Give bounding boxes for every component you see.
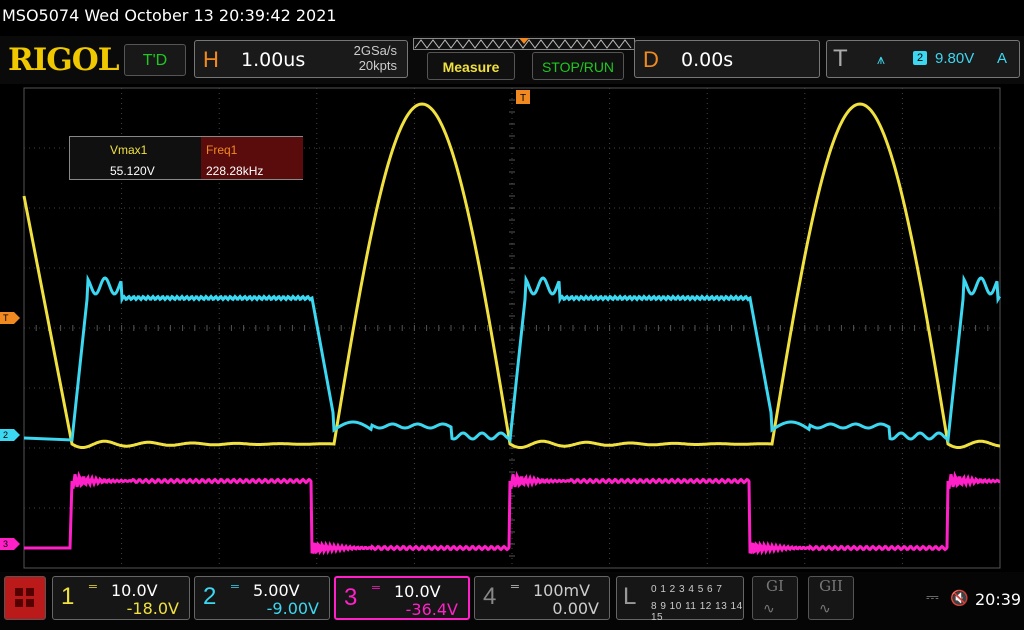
speaker-muted-icon[interactable]: 🔇 bbox=[950, 589, 969, 607]
menu-button[interactable] bbox=[4, 576, 46, 620]
horizontal-scale: 1.00us bbox=[241, 49, 306, 71]
ch3-scale: 10.0V bbox=[394, 582, 441, 601]
logic-channels-row1: 0 1 2 3 4 5 6 7 bbox=[651, 584, 723, 595]
channel-1-box[interactable]: 1 ═ 10.0V -18.0V bbox=[52, 576, 190, 620]
stop-run-button[interactable]: STOP/RUN bbox=[532, 52, 624, 80]
delay-value: 0.00s bbox=[681, 49, 734, 71]
generator-1-label: GI bbox=[766, 577, 784, 595]
channel-2-box[interactable]: 2 ═ 5.00V -9.00V bbox=[194, 576, 330, 620]
sample-info: 2GSa/s 20kpts bbox=[354, 43, 397, 73]
trigger-source: 2 bbox=[913, 51, 927, 65]
ch4-offset: 0.00V bbox=[552, 599, 599, 618]
ch1-scale: 10.0V bbox=[111, 581, 158, 600]
vmax-label: Vmax1 bbox=[110, 143, 148, 157]
ch4-scale: 100mV bbox=[533, 581, 591, 600]
trigger-mode: A bbox=[996, 50, 1007, 67]
ch2-number: 2 bbox=[203, 583, 217, 610]
freq-label: Freq1 bbox=[206, 143, 238, 157]
logic-channels-row2: 8 9 10 11 12 13 14 15 bbox=[651, 601, 743, 623]
channel-3-box[interactable]: 3 ═ 10.0V -36.4V bbox=[334, 576, 470, 620]
ch1-number: 1 bbox=[61, 583, 75, 610]
trigger-level: 9.80V bbox=[935, 50, 975, 67]
measurement-panel[interactable]: Vmax1 55.120V Freq1 228.28kHz bbox=[69, 136, 303, 180]
dc-coupling-icon: ═ bbox=[231, 581, 239, 593]
delay-letter: D bbox=[643, 47, 659, 72]
triggered-indicator: T'D bbox=[124, 44, 186, 76]
title-bar: MSO5074 Wed October 13 20:39:42 2021 bbox=[0, 0, 1024, 34]
rising-edge-icon: ⩚ bbox=[877, 51, 885, 67]
ch2-offset: -9.00V bbox=[266, 599, 319, 618]
freq-value: 228.28kHz bbox=[206, 164, 264, 178]
rigol-logo: RIGOL bbox=[8, 42, 120, 78]
dc-coupling-icon: ═ bbox=[372, 582, 380, 594]
horizontal-letter: H bbox=[203, 47, 219, 72]
sine-wave-icon: ∿ bbox=[819, 601, 831, 617]
channel-4-box[interactable]: 4 ═ 100mV 0.00V bbox=[474, 576, 610, 620]
vmax-value: 55.120V bbox=[110, 164, 155, 178]
svg-text:T: T bbox=[520, 93, 526, 104]
sample-rate: 2GSa/s bbox=[353, 43, 397, 58]
title-text: MSO5074 Wed October 13 20:39:42 2021 bbox=[2, 6, 337, 25]
sine-wave-icon: ∿ bbox=[763, 601, 775, 617]
trigger-letter: T bbox=[833, 45, 848, 72]
generator-2-label: GII bbox=[819, 577, 843, 595]
logic-analyzer-box[interactable]: L 0 1 2 3 4 5 6 7 8 9 10 11 12 13 14 15 bbox=[616, 576, 744, 623]
delay-box[interactable]: D 0.00s bbox=[634, 40, 820, 78]
ch2-scale: 5.00V bbox=[253, 581, 300, 600]
generator-1-button[interactable]: GI ∿ bbox=[752, 576, 798, 620]
horizontal-timebase-box[interactable]: H 1.00us 2GSa/s 20kpts bbox=[194, 40, 408, 78]
measure-button[interactable]: Measure bbox=[427, 52, 515, 80]
ch1-offset: -18.0V bbox=[126, 599, 179, 618]
ch4-number: 4 bbox=[483, 583, 497, 610]
ch3-number: 3 bbox=[344, 584, 358, 611]
dc-coupling-icon: ═ bbox=[511, 581, 519, 593]
memory-depth: 20kpts bbox=[358, 58, 397, 73]
generator-2-button[interactable]: GII ∿ bbox=[808, 576, 854, 620]
clock: 20:39 bbox=[975, 590, 1022, 609]
usb-icon: ⎓ bbox=[926, 589, 939, 606]
trigger-box[interactable]: T ⩚ 2 9.80V A bbox=[826, 40, 1020, 78]
dc-coupling-icon: ═ bbox=[89, 581, 97, 593]
logic-label: L bbox=[623, 583, 637, 610]
waveform-overview-strip bbox=[413, 38, 635, 50]
ch3-offset: -36.4V bbox=[405, 600, 458, 619]
trigger-position-marker: T bbox=[516, 90, 530, 104]
